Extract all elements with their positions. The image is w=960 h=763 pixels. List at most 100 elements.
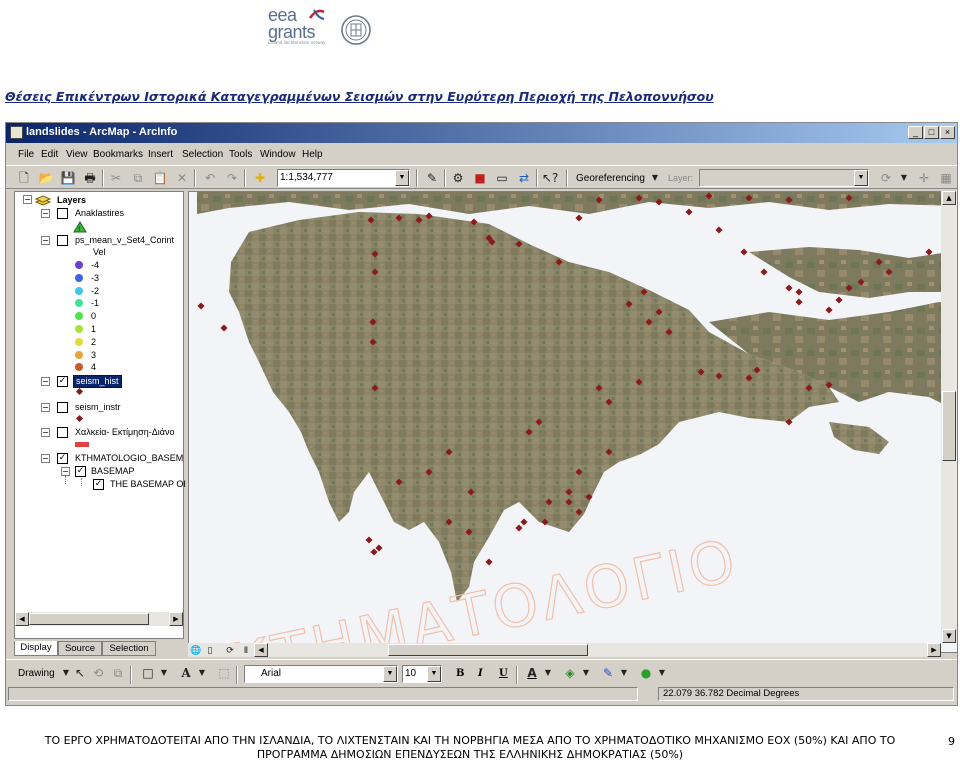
chevron-down-icon[interactable]: ▼ — [654, 665, 670, 681]
undo-icon[interactable]: ↶ — [202, 170, 218, 186]
layer-checkbox[interactable] — [57, 208, 68, 219]
font-size-combo[interactable]: 10 ▼ — [402, 665, 442, 683]
chevron-down-icon[interactable]: ▼ — [194, 665, 210, 681]
chevron-down-icon[interactable]: ▼ — [854, 170, 868, 186]
cut-icon[interactable]: ✂ — [108, 170, 124, 186]
layer-checkbox-checked[interactable]: ✓ — [57, 376, 68, 387]
print-icon[interactable]: 🖶 — [82, 170, 98, 186]
menu-view[interactable]: View — [66, 149, 88, 160]
delete-icon[interactable]: ✕ — [174, 170, 190, 186]
new-document-icon[interactable]: 🗋 — [16, 170, 32, 186]
chevron-down-icon[interactable]: ▼ — [578, 665, 594, 681]
scroll-thumb[interactable] — [388, 644, 588, 656]
map-scale-combo[interactable]: 1:1,534,777 ▼ — [277, 169, 410, 187]
menu-edit[interactable]: Edit — [41, 149, 58, 160]
chevron-down-icon[interactable]: ▼ — [395, 170, 409, 186]
collapse-icon[interactable]: − — [41, 236, 50, 245]
georef-layer-combo[interactable]: ▼ — [699, 169, 869, 187]
toc-hscrollbar[interactable]: ◀ ▶ — [15, 612, 183, 626]
rotate-element-icon[interactable]: ⟲ — [90, 665, 106, 681]
italic-button[interactable]: I — [478, 668, 483, 679]
chevron-down-icon[interactable]: ▼ — [896, 170, 912, 186]
map-vscrollbar[interactable]: ▲ ▼ — [941, 191, 957, 643]
data-view-icon[interactable]: 🌐 — [190, 643, 202, 659]
editor-toolbar-icon[interactable]: ✎ — [424, 170, 440, 186]
menu-file[interactable]: File — [18, 149, 34, 160]
whats-this-icon[interactable]: ↖? — [542, 170, 558, 186]
scroll-left-icon[interactable]: ◀ — [254, 643, 268, 657]
add-control-points-icon[interactable]: ✛ — [916, 170, 932, 186]
bold-button[interactable]: B — [456, 668, 464, 679]
pause-icon[interactable]: Ⅱ — [240, 643, 252, 659]
close-button[interactable]: × — [940, 126, 955, 139]
scroll-thumb[interactable] — [942, 391, 956, 461]
layout-view-icon[interactable]: ▯ — [204, 643, 216, 659]
redo-icon[interactable]: ↷ — [224, 170, 240, 186]
paste-icon[interactable]: 📋 — [152, 170, 168, 186]
map-hscrollbar[interactable]: 🌐 ▯ ⟳ Ⅱ ◀ ▶ — [188, 643, 941, 657]
refresh-icon[interactable]: ⟳ — [224, 643, 236, 659]
arctoolbox-icon[interactable]: ⚙ — [450, 170, 466, 186]
collapse-icon[interactable]: − — [41, 454, 50, 463]
add-data-icon[interactable]: ✚ — [252, 170, 268, 186]
scroll-left-icon[interactable]: ◀ — [15, 612, 29, 626]
fill-color-icon[interactable]: ◈ — [562, 665, 578, 681]
collapse-icon[interactable]: − — [41, 209, 50, 218]
zoom-whole-page-icon[interactable]: ⧉ — [110, 665, 126, 681]
copy-icon[interactable]: ⧉ — [130, 170, 146, 186]
menu-tools[interactable]: Tools — [229, 149, 252, 160]
model-builder-icon[interactable]: ⇄ — [516, 170, 532, 186]
toolbox-icon[interactable]: ■ — [472, 170, 488, 186]
layer-checkbox[interactable] — [57, 427, 68, 438]
layer-the-basemap[interactable]: THE BASEMAP OI — [110, 479, 186, 490]
link-table-icon[interactable]: ▦ — [938, 170, 954, 186]
scroll-thumb[interactable] — [29, 613, 149, 625]
title-bar[interactable]: landslides - ArcMap - ArcInfo _ □ × — [6, 123, 957, 143]
menu-selection[interactable]: Selection — [182, 149, 223, 160]
open-folder-icon[interactable]: 📂 — [38, 170, 54, 186]
drawing-menu[interactable]: Drawing — [18, 668, 55, 679]
layer-ktimatologio[interactable]: KTHMATOLOGIO_BASEM — [75, 453, 183, 464]
rotate-icon[interactable]: ⟳ — [878, 170, 894, 186]
marker-color-icon[interactable]: ● — [638, 665, 654, 681]
chevron-down-icon[interactable]: ▼ — [540, 665, 556, 681]
layer-checkbox-checked[interactable]: ✓ — [57, 453, 68, 464]
layer-ps-mean[interactable]: ps_mean_v_Set4_Corint — [75, 235, 174, 246]
select-elements-icon[interactable]: ↖ — [72, 665, 88, 681]
rectangle-icon[interactable]: □ — [140, 665, 156, 681]
tab-display[interactable]: Display — [14, 641, 58, 656]
layer-basemap[interactable]: BASEMAP — [91, 466, 135, 477]
collapse-icon[interactable]: − — [41, 403, 50, 412]
menu-insert[interactable]: Insert — [148, 149, 173, 160]
menu-window[interactable]: Window — [260, 149, 296, 160]
font-color-icon[interactable]: A — [524, 665, 540, 681]
chevron-down-icon[interactable]: ▼ — [427, 666, 441, 682]
tab-source[interactable]: Source — [58, 641, 102, 656]
layer-anaklastires[interactable]: Anaklastires — [75, 208, 124, 219]
scroll-right-icon[interactable]: ▶ — [169, 612, 183, 626]
chevron-down-icon[interactable]: ▼ — [616, 665, 632, 681]
layer-seism-instr[interactable]: seism_instr — [75, 402, 121, 413]
map-display[interactable]: ΚΤΗΜΑΤΟΛΟΓΙΟ — [188, 191, 958, 653]
chevron-down-icon[interactable]: ▼ — [383, 666, 397, 682]
chevron-down-icon[interactable]: ▼ — [647, 170, 663, 186]
scroll-right-icon[interactable]: ▶ — [927, 643, 941, 657]
layer-xalkeia[interactable]: Χαλκεία- Εκτίμηση-Διάνο — [75, 427, 174, 438]
layer-checkbox-checked[interactable]: ✓ — [93, 479, 104, 490]
layer-checkbox[interactable] — [57, 402, 68, 413]
scroll-up-icon[interactable]: ▲ — [942, 191, 956, 205]
chevron-down-icon[interactable]: ▼ — [156, 665, 172, 681]
menu-bookmarks[interactable]: Bookmarks — [93, 149, 143, 160]
collapse-icon[interactable]: − — [23, 195, 32, 204]
scroll-down-icon[interactable]: ▼ — [942, 629, 956, 643]
layer-checkbox-checked[interactable]: ✓ — [75, 466, 86, 477]
maximize-button[interactable]: □ — [924, 126, 939, 139]
collapse-icon[interactable]: − — [41, 428, 50, 437]
underline-button[interactable]: U — [499, 668, 508, 679]
collapse-icon[interactable]: − — [61, 467, 70, 476]
layer-seism-hist[interactable]: seism_hist — [73, 375, 122, 388]
edit-vertices-icon[interactable]: ⬚ — [216, 665, 232, 681]
collapse-icon[interactable]: − — [41, 377, 50, 386]
command-line-icon[interactable]: ▭ — [494, 170, 510, 186]
menu-help[interactable]: Help — [302, 149, 323, 160]
